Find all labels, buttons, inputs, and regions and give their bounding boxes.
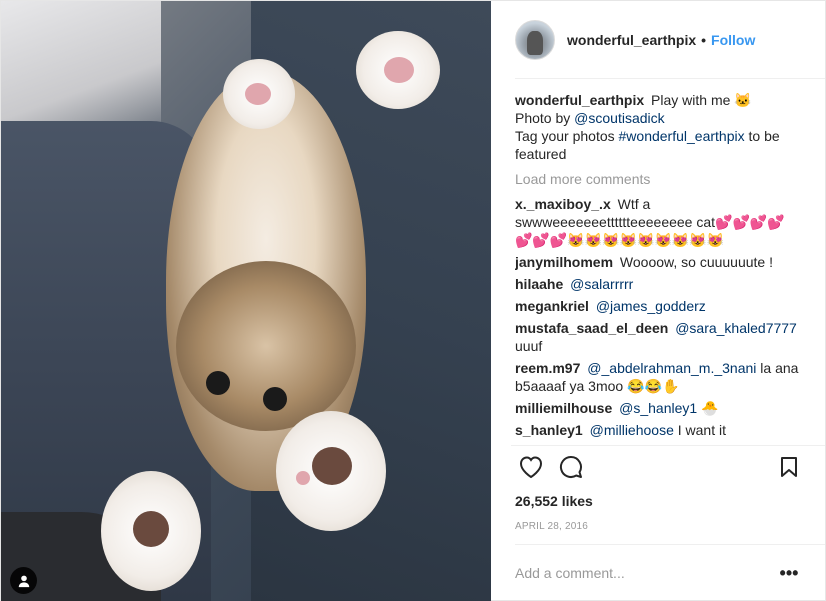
comment-mention[interactable]: @sara_khaled7777 bbox=[675, 320, 797, 336]
comment-input[interactable] bbox=[515, 564, 777, 581]
list-item: s_hanley1 @milliehoose I want it bbox=[515, 421, 801, 439]
add-comment-bar: ••• bbox=[515, 544, 825, 600]
comment-username[interactable]: mustafa_saad_el_deen bbox=[515, 320, 668, 336]
like-count[interactable]: 26,552 likes bbox=[515, 493, 801, 509]
comment-mention[interactable]: @milliehoose bbox=[590, 422, 674, 438]
hashtag-link[interactable]: #wonderful_earthpix bbox=[619, 128, 745, 144]
caption-text: Play with me 🐱 bbox=[651, 92, 752, 108]
comment-username[interactable]: janymilhomem bbox=[515, 254, 613, 270]
comment-username[interactable]: x._maxiboy_.x bbox=[515, 196, 611, 212]
post-window: wonderful_earthpix • Follow wonderful_ea… bbox=[0, 0, 826, 601]
post-header: wonderful_earthpix • Follow bbox=[515, 1, 825, 79]
comment-text: I want it bbox=[677, 422, 726, 438]
post-date[interactable]: APRIL 28, 2016 bbox=[515, 521, 801, 532]
comment-text: Woooow, so cuuuuuute ! bbox=[619, 254, 773, 270]
kitten-paw bbox=[223, 59, 295, 129]
kitten-paw bbox=[276, 411, 386, 531]
kitten-eye bbox=[263, 387, 287, 411]
header-username[interactable]: wonderful_earthpix bbox=[567, 32, 696, 48]
follow-button[interactable]: Follow bbox=[711, 32, 755, 48]
comment-mention[interactable]: @salarrrrr bbox=[570, 276, 633, 292]
avatar[interactable] bbox=[515, 19, 555, 60]
post-photo[interactable] bbox=[1, 1, 491, 601]
caption-username[interactable]: wonderful_earthpix bbox=[515, 92, 644, 108]
list-item: janymilhomem Woooow, so cuuuuuute ! bbox=[515, 253, 801, 271]
tag-prefix: Tag your photos bbox=[515, 128, 615, 144]
comment-text: uuuf bbox=[515, 338, 543, 354]
kitten-eye bbox=[206, 371, 230, 395]
comment-mention[interactable]: @s_hanley1 bbox=[619, 400, 697, 416]
comment-username[interactable]: milliemilhouse bbox=[515, 400, 612, 416]
comment-username[interactable]: reem.m97 bbox=[515, 360, 580, 376]
kitten-paw bbox=[356, 31, 440, 109]
comment-icon[interactable] bbox=[551, 447, 591, 487]
comments-list[interactable]: wonderful_earthpix Play with me 🐱 Photo … bbox=[515, 79, 801, 445]
comment-username[interactable]: hilaahe bbox=[515, 276, 563, 292]
list-item: milliemilhouse @s_hanley1 🐣 bbox=[515, 399, 801, 417]
comment-text: 🐣 bbox=[701, 400, 719, 416]
list-item: mustafa_saad_el_deen @sara_khaled7777 uu… bbox=[515, 319, 801, 355]
list-item: x._maxiboy_.x Wtf a swwweeeeeeetttttteee… bbox=[515, 195, 801, 249]
kitten-paw bbox=[101, 471, 201, 591]
more-options-icon[interactable]: ••• bbox=[777, 564, 801, 582]
list-item: reem.m97 @_abdelrahman_m._3nani la ana b… bbox=[515, 359, 801, 395]
heart-icon[interactable] bbox=[511, 447, 551, 487]
load-more-comments[interactable]: Load more comments bbox=[515, 171, 801, 187]
post-side-panel: wonderful_earthpix • Follow wonderful_ea… bbox=[491, 1, 825, 600]
user-tag-icon[interactable] bbox=[10, 567, 37, 594]
comment-mention[interactable]: @_abdelrahman_m._3nani bbox=[587, 360, 756, 376]
list-item: megankriel @james_godderz bbox=[515, 297, 801, 315]
separator-dot: • bbox=[701, 31, 707, 48]
comment-mention[interactable]: @james_godderz bbox=[596, 298, 706, 314]
action-bar bbox=[511, 445, 825, 487]
bookmark-icon[interactable] bbox=[777, 447, 801, 487]
photo-background bbox=[1, 1, 161, 141]
photo-by-mention[interactable]: @scoutisadick bbox=[574, 110, 664, 126]
caption: wonderful_earthpix Play with me 🐱 Photo … bbox=[515, 91, 801, 163]
list-item: hilaahe @salarrrrr bbox=[515, 275, 801, 293]
photo-by-label: Photo by bbox=[515, 110, 571, 126]
comment-username[interactable]: s_hanley1 bbox=[515, 422, 583, 438]
comment-username[interactable]: megankriel bbox=[515, 298, 589, 314]
